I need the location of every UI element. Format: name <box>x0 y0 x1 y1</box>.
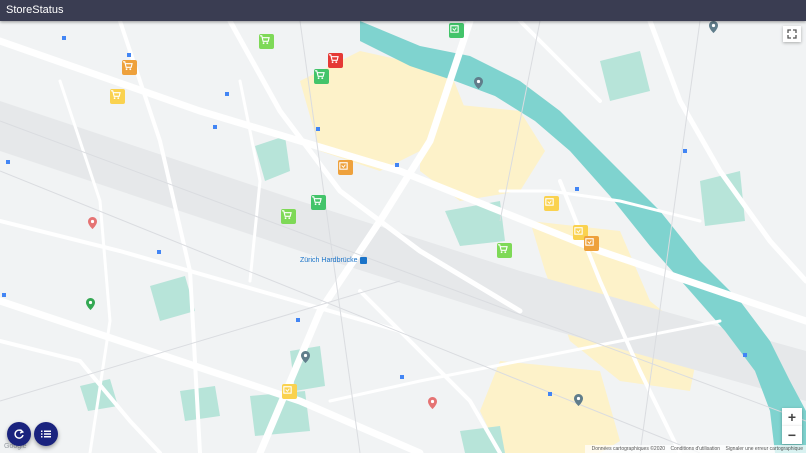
transit-stop-icon <box>400 375 404 379</box>
store-marker[interactable] <box>497 243 512 258</box>
refresh-icon <box>14 429 25 439</box>
attribution-data: Données cartographiques ©2020 <box>591 446 666 452</box>
store-marker[interactable] <box>338 160 353 175</box>
store-marker[interactable] <box>281 209 296 224</box>
transit-stop-icon <box>225 92 229 96</box>
store-marker[interactable] <box>110 89 125 104</box>
refresh-button[interactable] <box>7 422 31 446</box>
transit-stop-icon <box>316 127 320 131</box>
zoom-out-button[interactable]: − <box>782 426 802 444</box>
transit-stop-icon <box>743 353 747 357</box>
train-station-icon <box>359 257 367 264</box>
list-icon <box>41 430 51 438</box>
attribution-terms-link[interactable]: Conditions d'utilisation <box>670 446 720 452</box>
zoom-in-button[interactable]: + <box>782 408 802 426</box>
transit-stop-icon <box>2 293 6 297</box>
cart-icon <box>122 61 133 71</box>
store-marker[interactable] <box>314 69 329 84</box>
store-marker[interactable] <box>328 53 343 68</box>
store-marker[interactable] <box>584 236 599 251</box>
cart-icon <box>259 35 270 45</box>
transit-stop-icon <box>575 187 579 191</box>
store-icon <box>450 25 459 33</box>
list-button[interactable] <box>34 422 58 446</box>
store-marker[interactable] <box>449 23 464 38</box>
cart-icon <box>110 90 121 100</box>
store-icon <box>545 198 554 206</box>
store-marker[interactable] <box>282 384 297 399</box>
transit-stop-icon <box>296 318 300 322</box>
store-icon <box>283 386 292 394</box>
cart-icon <box>328 54 339 64</box>
store-marker[interactable] <box>544 196 559 211</box>
store-icon <box>574 227 583 235</box>
store-marker[interactable] <box>259 34 274 49</box>
transit-stop-icon <box>395 163 399 167</box>
fullscreen-icon <box>787 29 797 39</box>
transit-stop-icon <box>6 160 10 164</box>
transit-stop-icon <box>127 53 131 57</box>
fullscreen-button[interactable] <box>783 26 801 42</box>
transit-stop-icon <box>213 125 217 129</box>
cart-icon <box>497 244 508 254</box>
map-attribution: Données cartographiques ©2020 Conditions… <box>584 445 806 453</box>
cart-icon <box>314 70 325 80</box>
store-marker[interactable] <box>122 60 137 75</box>
store-icon <box>339 162 348 170</box>
app-bar: StoreStatus <box>0 0 806 21</box>
cart-icon <box>311 196 322 206</box>
attribution-report-link[interactable]: Signaler une erreur cartographique <box>725 446 803 452</box>
transit-stop-icon <box>157 250 161 254</box>
station-label[interactable]: Zürich Hardbrücke <box>300 257 367 264</box>
store-marker[interactable] <box>311 195 326 210</box>
map-background <box>0 21 806 453</box>
map-view[interactable]: Zürich Hardbrücke Google <box>0 21 806 453</box>
transit-stop-icon <box>62 36 66 40</box>
store-icon <box>585 238 594 246</box>
cart-icon <box>281 210 292 220</box>
transit-stop-icon <box>548 392 552 396</box>
transit-stop-icon <box>683 149 687 153</box>
app-title: StoreStatus <box>6 4 64 16</box>
